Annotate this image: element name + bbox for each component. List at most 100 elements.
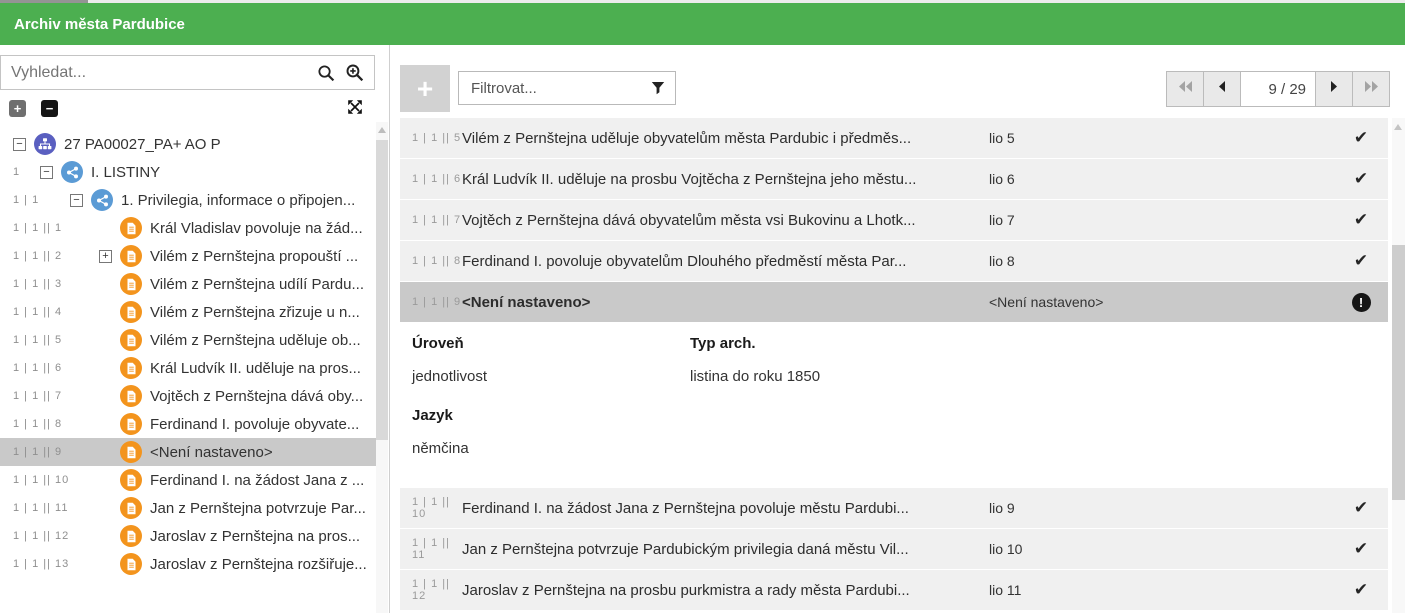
tree-expander-icon[interactable]: − [13,138,26,151]
search-icon[interactable] [317,64,335,82]
record-row-prefix: 1 | 1 || 9 [412,296,462,308]
tree-node-prefix: 1 | 1 [13,194,70,206]
page-indicator-text: 9 / 29 [1268,81,1306,98]
tree-node[interactable]: − 27 PA00027_PA+ AO P [0,130,376,158]
item-icon [120,413,142,435]
expand-all-button[interactable]: + [9,100,26,117]
record-row[interactable]: 1 | 1 || 8 Ferdinand I. povoluje obyvate… [400,241,1388,281]
record-list-scrollbar-thumb[interactable] [1392,245,1405,500]
tree-expander-icon[interactable]: − [70,194,83,207]
tree-node[interactable]: 1 | 1 || 3 Vilém z Pernštejna udílí Pard… [0,270,376,298]
tree-node-prefix: 1 | 1 || 3 [13,278,99,290]
record-row-title: Ferdinand I. na žádost Jana z Pernštejna… [462,500,989,517]
prev-page-icon [1217,80,1227,98]
record-row[interactable]: 1 | 1 || 10 Ferdinand I. na žádost Jana … [400,488,1388,528]
item-icon [120,301,142,323]
item-icon [120,273,142,295]
record-row-status: ✔ ! [1346,128,1376,148]
tree-node[interactable]: 1 | 1 || 8 Ferdinand I. povoluje obyvate… [0,410,376,438]
tree-node[interactable]: 1 | 1 || 10 Ferdinand I. na žádost Jana … [0,466,376,494]
check-icon: ✔ [1354,251,1368,271]
scroll-up-arrow-icon[interactable] [1394,124,1402,130]
zoom-in-icon[interactable] [345,63,364,82]
check-icon: ✔ [1354,580,1368,600]
expand-arrows-icon[interactable] [347,99,363,120]
item-icon [120,525,142,547]
item-icon [120,553,142,575]
tree-node[interactable]: 1 | 1 || 6 Král Ludvík II. uděluje na pr… [0,354,376,382]
tree-node[interactable]: 1 | 1 || 9 <Není nastaveno> [0,438,376,466]
tree-node-label: Král Ludvík II. uděluje na pros... [150,360,361,377]
tree-node[interactable]: 1 | 1 || 11 Jan z Pernštejna potvrzuje P… [0,494,376,522]
next-page-button[interactable] [1315,71,1353,107]
filter-input[interactable] [469,79,651,98]
add-record-button[interactable]: + [400,65,450,112]
scroll-up-arrow-icon[interactable] [378,127,386,133]
tree-node-label: Vilém z Pernštejna udílí Pardu... [150,276,364,293]
tree-node-prefix: 1 | 1 || 8 [13,418,99,430]
tree-node-prefix: 1 | 1 || 2 [13,250,99,262]
detail-value: jednotlivost [412,368,690,385]
detail-field-uroven: Úroveň jednotlivost [412,335,690,385]
tree-node-label: Jaroslav z Pernštejna rozšiřuje... [150,556,367,573]
item-icon [120,441,142,463]
tree-expander-icon[interactable]: + [99,250,112,263]
tree-node-label: Ferdinand I. povoluje obyvate... [150,416,359,433]
tree-node-label: Král Vladislav povoluje na žád... [150,220,363,237]
record-list-scrollbar[interactable] [1392,118,1405,613]
collapse-all-button[interactable]: − [41,100,58,117]
search-input[interactable] [9,63,317,83]
last-page-button[interactable] [1352,71,1390,107]
record-row-title: Vilém z Pernštejna uděluje obyvatelům mě… [462,130,989,147]
tree: − 27 PA00027_PA+ AO P 1 − I. LISTINY 1 |… [0,130,376,578]
record-row-status: ✔ ! [1346,498,1376,518]
tree-node[interactable]: 1 | 1 || 7 Vojtěch z Pernštejna dává oby… [0,382,376,410]
record-row[interactable]: 1 | 1 || 11 Jan z Pernštejna potvrzuje P… [400,529,1388,569]
record-row-reference: lio 11 [989,582,1346,598]
tree-node-prefix: 1 | 1 || 12 [13,530,99,542]
tree-node-label: Jaroslav z Pernštejna na pros... [150,528,360,545]
tree-node[interactable]: 1 − I. LISTINY [0,158,376,186]
window-top-strip [0,0,1405,3]
page-title: Archiv města Pardubice [14,16,185,33]
record-row-title: Král Ludvík II. uděluje na prosbu Vojtěc… [462,171,989,188]
item-icon [120,217,142,239]
record-row-reference: lio 7 [989,212,1346,228]
tree-node[interactable]: 1 | 1 || 2 + Vilém z Pernštejna propoušt… [0,242,376,270]
record-row[interactable]: 1 | 1 || 6 Král Ludvík II. uděluje na pr… [400,159,1388,199]
record-row-status: ✔ ! [1346,251,1376,271]
tree-node[interactable]: 1 | 1 || 13 Jaroslav z Pernštejna rozšiř… [0,550,376,578]
minus-square-icon: − [46,102,54,115]
record-row-prefix: 1 | 1 || 7 [412,214,462,226]
tree-node[interactable]: 1 | 1 || 1 Král Vladislav povoluje na žá… [0,214,376,242]
prev-page-button[interactable] [1203,71,1241,107]
record-row[interactable]: 1 | 1 || 7 Vojtěch z Pernštejna dává oby… [400,200,1388,240]
record-row[interactable]: 1 | 1 || 12 Jaroslav z Pernštejna na pro… [400,570,1388,610]
tree-node[interactable]: 1 | 1 − 1. Privilegia, informace o připo… [0,186,376,214]
tree-node-prefix: 1 | 1 || 11 [13,502,99,514]
first-page-icon [1177,80,1194,98]
first-page-button[interactable] [1166,71,1204,107]
last-page-icon [1363,80,1380,98]
tree-node-prefix: 1 | 1 || 13 [13,558,99,570]
record-row[interactable]: 1 | 1 || 9 <Není nastaveno> <Není nastav… [400,282,1388,322]
item-icon [120,245,142,267]
record-row[interactable]: 1 | 1 || 5 Vilém z Pernštejna uděluje ob… [400,118,1388,158]
record-row-status: ✔ ! [1346,169,1376,189]
item-icon [120,357,142,379]
tree-scrollbar[interactable] [376,122,388,613]
tree-expander-icon[interactable]: − [40,166,53,179]
check-icon: ✔ [1354,539,1368,559]
check-icon: ✔ [1354,169,1368,189]
record-row-reference: lio 10 [989,541,1346,557]
tree-node[interactable]: 1 | 1 || 4 Vilém z Pernštejna zřizuje u … [0,298,376,326]
tree-scrollbar-thumb[interactable] [376,140,388,440]
detail-value: listina do roku 1850 [690,368,1388,385]
page-indicator[interactable]: 9 / 29 [1240,71,1316,107]
tree-node[interactable]: 1 | 1 || 5 Vilém z Pernštejna uděluje ob… [0,326,376,354]
record-row-title: Vojtěch z Pernštejna dává obyvatelům měs… [462,212,989,229]
tree-node[interactable]: 1 | 1 || 12 Jaroslav z Pernštejna na pro… [0,522,376,550]
record-row-reference: lio 8 [989,253,1346,269]
funnel-icon[interactable] [651,81,665,95]
record-row-prefix: 1 | 1 || 10 [412,496,462,520]
